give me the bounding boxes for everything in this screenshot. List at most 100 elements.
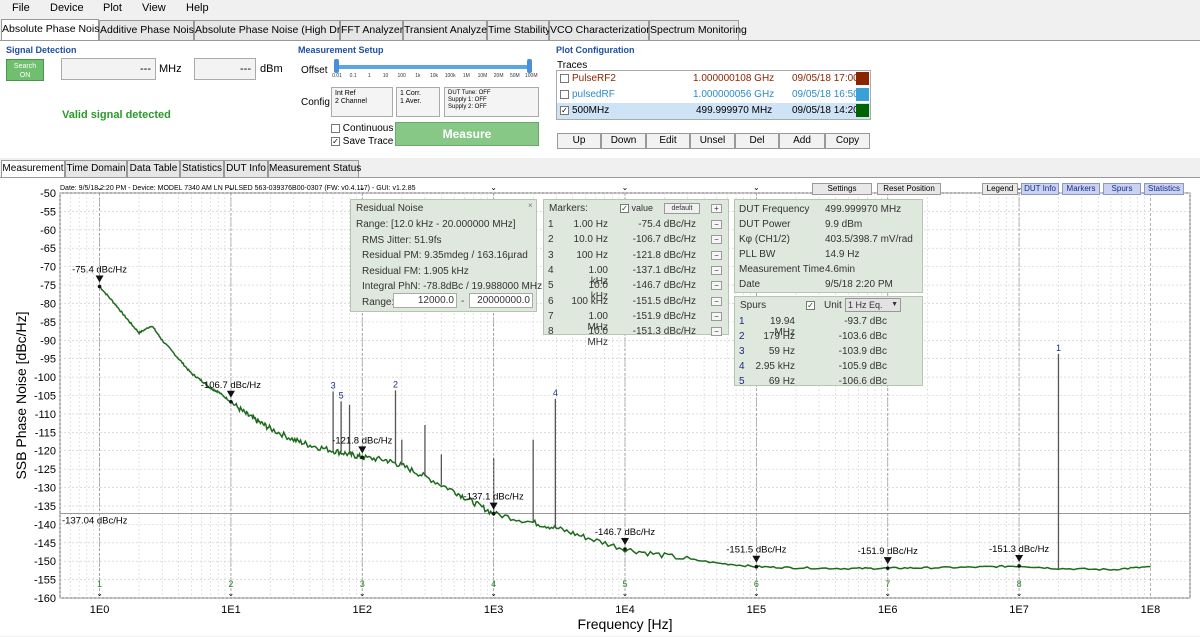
tab-absolute-phase-noise-high-drift[interactable]: Absolute Phase Noise (High Drift) bbox=[194, 20, 352, 40]
remove-marker-icon[interactable]: − bbox=[711, 265, 722, 275]
tab-transient-analyzer[interactable]: Transient Analyzer bbox=[403, 20, 491, 40]
offset-slider-handle-end[interactable] bbox=[527, 59, 532, 73]
x-tick-label: 1E0 bbox=[90, 604, 110, 616]
offset-tick-label: 0.01 bbox=[332, 73, 342, 79]
spurs-unit-select[interactable]: 1 Hz Eq. ▼ bbox=[845, 298, 901, 312]
marker-frequency: 10.0 MHz bbox=[587, 326, 608, 349]
y-tick-label: -160 bbox=[34, 593, 56, 605]
trace-color-pulserf2[interactable] bbox=[856, 72, 869, 85]
add-marker-icon[interactable]: + bbox=[711, 204, 722, 213]
trace-unsel-button[interactable]: Unsel bbox=[690, 133, 735, 149]
spurs-button[interactable]: Spurs bbox=[1103, 183, 1141, 195]
save-trace-label: Save Trace bbox=[342, 136, 394, 147]
menu-file[interactable]: File bbox=[12, 2, 30, 14]
marker-number: 1 bbox=[548, 219, 554, 230]
offset-tick-label: 20M bbox=[493, 73, 504, 79]
range-from-input[interactable]: 12000.0 bbox=[393, 293, 457, 308]
trace-row-pulserf2[interactable]: PulseRF2 1.000000108 GHz 09/05/18 17:00 bbox=[557, 71, 870, 87]
config-correlation-button[interactable]: 1 Corr. 1 Aver. bbox=[396, 87, 440, 117]
trace-up-button[interactable]: Up bbox=[557, 133, 601, 149]
trace-color-500mhz[interactable] bbox=[856, 104, 869, 117]
tab-spectrum-monitoring[interactable]: Spectrum Monitoring bbox=[649, 20, 747, 40]
offset-slider-track[interactable] bbox=[337, 65, 531, 69]
save-trace-checkbox-box[interactable]: ✓ bbox=[331, 136, 340, 146]
config-reference-button[interactable]: Int Ref 2 Channel bbox=[331, 87, 393, 117]
legend-button[interactable]: Legend bbox=[982, 183, 1018, 195]
remove-marker-icon[interactable]: − bbox=[711, 281, 722, 291]
statistics-button[interactable]: Statistics bbox=[1144, 183, 1184, 195]
marker-point bbox=[623, 547, 627, 551]
dut-info-button[interactable]: DUT Info bbox=[1021, 183, 1059, 195]
marker-value-label: -75.4 dBc/Hz bbox=[72, 265, 127, 276]
remove-marker-icon[interactable]: − bbox=[711, 220, 722, 229]
markers-button[interactable]: Markers bbox=[1062, 183, 1100, 195]
tab-dut-info[interactable]: DUT Info bbox=[224, 160, 268, 177]
menu-help[interactable]: Help bbox=[186, 2, 209, 14]
settings-button[interactable]: Settings bbox=[812, 183, 872, 195]
menu-view[interactable]: View bbox=[142, 2, 166, 14]
marker-bottom-icon: ⌄ bbox=[96, 589, 103, 598]
trace-edit-button[interactable]: Edit bbox=[646, 133, 690, 149]
trace-checkbox-pulsedrf[interactable] bbox=[560, 90, 569, 99]
search-on-button[interactable]: Search ON bbox=[6, 59, 44, 81]
trace-copy-button[interactable]: Copy bbox=[825, 133, 870, 149]
spurs-enable-checkbox[interactable]: ✓ bbox=[806, 301, 815, 310]
config-dut-tune-button[interactable]: DUT Tune: OFF Supply 1: OFF Supply 2: OF… bbox=[444, 87, 539, 117]
y-tick-label: -80 bbox=[40, 298, 56, 310]
tab-absolute-phase-noise[interactable]: Absolute Phase Noise bbox=[1, 19, 105, 40]
marker-number-label: 2 bbox=[228, 579, 233, 589]
offset-label: Offset bbox=[301, 65, 328, 76]
continuous-checkbox[interactable]: Continuous bbox=[331, 123, 393, 134]
remove-marker-icon[interactable]: − bbox=[711, 235, 722, 245]
y-tick-label: -85 bbox=[40, 317, 56, 329]
marker-number: 8 bbox=[548, 326, 554, 338]
x-tick-label: 1E3 bbox=[484, 604, 504, 616]
plot-header: Date: 9/5/18 2:20 PM - Device: MODEL 734… bbox=[60, 185, 416, 192]
trace-checkbox-500mhz[interactable]: ✓ bbox=[560, 106, 569, 115]
tab-measurement[interactable]: Measurement bbox=[1, 160, 65, 177]
remove-marker-icon[interactable]: − bbox=[711, 250, 722, 260]
menu-device[interactable]: Device bbox=[50, 2, 84, 14]
trace-down-button[interactable]: Down bbox=[601, 133, 646, 149]
tab-time-domain[interactable]: Time Domain bbox=[65, 160, 127, 177]
markers-default-button[interactable]: default bbox=[664, 203, 700, 214]
trace-add-button[interactable]: Add bbox=[779, 133, 825, 149]
trace-checkbox-pulserf2[interactable] bbox=[560, 74, 569, 83]
residual-pm: Residual PM: 9.35mdeg / 163.16µrad bbox=[362, 250, 528, 261]
menu-plot[interactable]: Plot bbox=[103, 2, 122, 14]
tab-statistics[interactable]: Statistics bbox=[180, 160, 224, 177]
y-tick-label: -135 bbox=[34, 501, 56, 513]
spur-label: 5 bbox=[339, 390, 344, 400]
remove-marker-icon[interactable]: − bbox=[711, 327, 722, 337]
range-to-input[interactable]: 20000000.0 bbox=[469, 293, 533, 308]
plot-area[interactable]: -50 -55 -60 -65 -70 -75 -80 -85 -90 -95 -100 -105 -1… bbox=[0, 177, 1200, 636]
trace-del-button[interactable]: Del bbox=[735, 133, 779, 149]
marker-number-label: 4 bbox=[491, 579, 496, 589]
tab-time-stability[interactable]: Time Stability bbox=[487, 20, 551, 40]
marker-point bbox=[1017, 564, 1021, 568]
offset-slider-handle-start[interactable] bbox=[334, 59, 339, 73]
y-tick-label: -50 bbox=[40, 188, 56, 200]
tab-fft-analyzer[interactable]: FFT Analyzer bbox=[340, 20, 403, 40]
tab-vco-characterization[interactable]: VCO Characterization bbox=[549, 20, 652, 40]
close-icon[interactable]: × bbox=[528, 201, 533, 210]
trace-color-pulsedrf[interactable] bbox=[856, 88, 869, 101]
offset-tick-label: 100k bbox=[444, 73, 456, 79]
marker-value-checkbox[interactable]: ✓ value bbox=[620, 203, 653, 214]
spur-number: 3 bbox=[739, 346, 745, 357]
tab-additive-phase-noise[interactable]: Additive Phase Noise bbox=[99, 20, 200, 40]
tab-measurement-status[interactable]: Measurement Status bbox=[268, 160, 361, 177]
remove-marker-icon[interactable]: − bbox=[711, 296, 722, 306]
offset-tick-label: 100 bbox=[397, 73, 406, 79]
tab-data-table[interactable]: Data Table bbox=[127, 160, 180, 177]
remove-marker-icon[interactable]: − bbox=[711, 311, 722, 321]
measure-button[interactable]: Measure bbox=[395, 122, 539, 146]
y-tick-label: -65 bbox=[40, 243, 56, 255]
marker-number-label: 6 bbox=[754, 579, 759, 589]
trace-row-500mhz[interactable]: ✓ 500MHz 499.999970 MHz 09/05/18 14:20 bbox=[557, 103, 870, 119]
continuous-checkbox-box[interactable] bbox=[331, 123, 340, 133]
save-trace-checkbox[interactable]: ✓ Save Trace bbox=[331, 136, 393, 147]
reset-position-button[interactable]: Reset Position bbox=[877, 183, 941, 195]
trace-row-pulsedrf[interactable]: pulsedRF 1.000000056 GHz 09/05/18 16:50 bbox=[557, 87, 870, 103]
frequency-field: --- bbox=[61, 58, 156, 80]
